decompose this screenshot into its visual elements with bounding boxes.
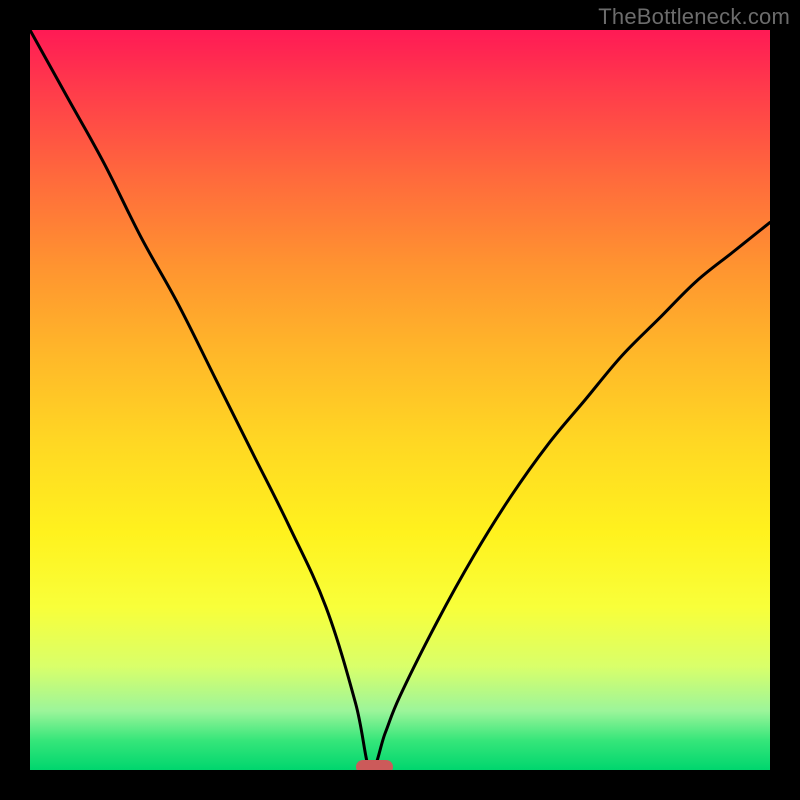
frame-left (0, 0, 30, 800)
frame-right (770, 0, 800, 800)
watermark-text: TheBottleneck.com (598, 4, 790, 30)
frame-bottom (0, 770, 800, 800)
optimum-marker (356, 760, 393, 770)
plot-area (30, 30, 770, 770)
curve-svg (30, 30, 770, 770)
bottleneck-curve (30, 30, 770, 770)
